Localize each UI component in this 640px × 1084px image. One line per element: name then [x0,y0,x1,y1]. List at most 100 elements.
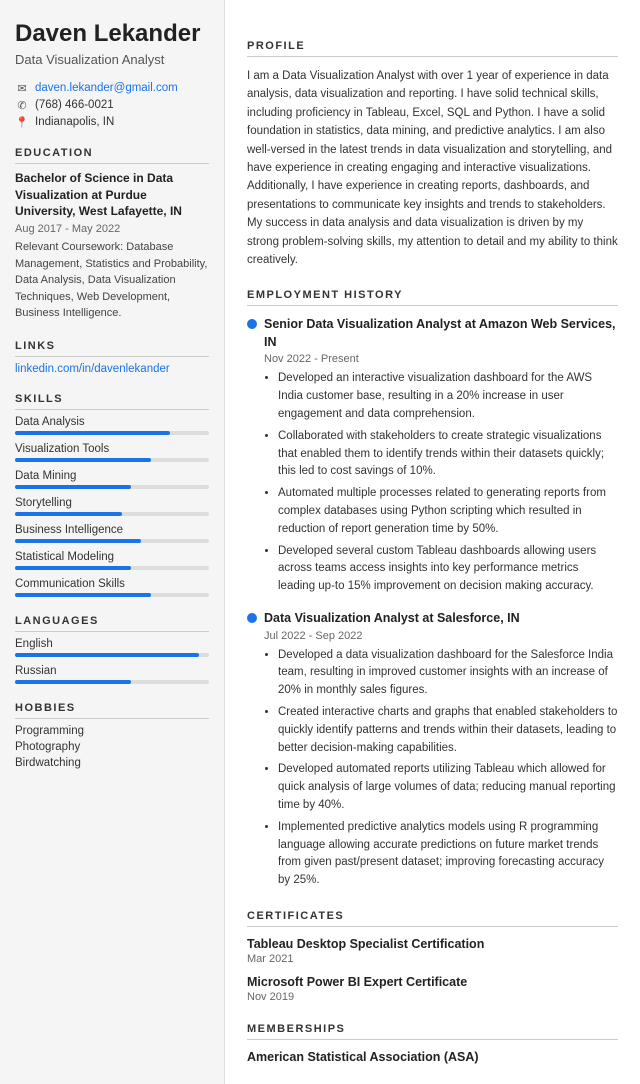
bullet-item: Developed automated reports utilizing Ta… [278,761,618,814]
candidate-title: Data Visualization Analyst [15,52,209,67]
coursework-label: Relevant Coursework: [15,241,123,253]
certificate-block: Microsoft Power BI Expert Certificate No… [247,975,618,1003]
skill-item: Visualization Tools [15,443,209,462]
education-section-title: EDUCATION [15,147,209,164]
job-title-row: Senior Data Visualization Analyst at Ama… [247,316,618,351]
certificates-section-title: CERTIFICATES [247,910,618,927]
edu-date: Aug 2017 - May 2022 [15,223,209,235]
skill-bar-fill [15,512,122,516]
sidebar: Daven Lekander Data Visualization Analys… [0,0,225,1084]
hobby-item: Photography [15,741,209,753]
skill-bar-fill [15,593,151,597]
email-icon: ✉ [15,82,29,95]
hobbies-section: Programming Photography Birdwatching [15,725,209,769]
cert-date: Mar 2021 [247,953,618,965]
phone-row: ✆ (768) 466-0021 [15,99,209,112]
membership-name: American Statistical Association (ASA) [247,1050,618,1064]
education-section: Bachelor of Science in Data Visualizatio… [15,170,209,322]
phone-icon: ✆ [15,99,29,112]
edu-degree: Bachelor of Science in Data Visualizatio… [15,170,209,220]
phone-text: (768) 466-0021 [35,99,114,111]
skill-bar-bg [15,539,209,543]
languages-section-title: LANGUAGES [15,615,209,632]
email-link[interactable]: daven.lekander@gmail.com [35,82,178,94]
skill-bar-bg [15,512,209,516]
skills-section: Data Analysis Visualization Tools Data M… [15,416,209,597]
cert-name: Microsoft Power BI Expert Certificate [247,975,618,989]
profile-text: I am a Data Visualization Analyst with o… [247,67,618,269]
profile-section-title: PROFILE [247,40,618,57]
links-section: linkedin.com/in/davenlekander [15,363,209,375]
skill-bar-bg [15,485,209,489]
skill-bar-fill [15,539,141,543]
skill-bar-bg [15,458,209,462]
skills-section-title: SKILLS [15,393,209,410]
job-dot [247,319,257,329]
memberships-section: American Statistical Association (ASA) [247,1050,618,1064]
certificates-section: Tableau Desktop Specialist Certification… [247,937,618,1003]
job-date: Nov 2022 - Present [264,353,618,365]
skill-item: Storytelling [15,497,209,516]
cert-name: Tableau Desktop Specialist Certification [247,937,618,951]
job-title: Senior Data Visualization Analyst at Ama… [264,316,618,351]
job-title: Data Visualization Analyst at Salesforce… [264,610,520,628]
lang-name: Russian [15,665,209,677]
membership-item: American Statistical Association (ASA) [247,1050,618,1064]
linkedin-link[interactable]: linkedin.com/in/davenlekander [15,363,209,375]
bullet-item: Automated multiple processes related to … [278,485,618,538]
job-bullets: Developed an interactive visualization d… [264,370,618,596]
memberships-section-title: MEMBERSHIPS [247,1023,618,1040]
language-item: Russian [15,665,209,684]
job-bullets: Developed a data visualization dashboard… [264,647,618,891]
employment-section-title: EMPLOYMENT HISTORY [247,289,618,306]
edu-coursework: Relevant Coursework: Database Management… [15,239,209,322]
lang-bar-bg [15,653,209,657]
links-section-title: LINKS [15,340,209,357]
job-dot [247,613,257,623]
skill-bar-bg [15,431,209,435]
bullet-item: Developed an interactive visualization d… [278,370,618,423]
skill-item: Communication Skills [15,578,209,597]
job-title-row: Data Visualization Analyst at Salesforce… [247,610,618,628]
main-content: PROFILE I am a Data Visualization Analys… [225,0,640,1084]
hobbies-section-title: HOBBIES [15,702,209,719]
languages-section: English Russian [15,638,209,684]
employment-section: Senior Data Visualization Analyst at Ama… [247,316,618,890]
location-text: Indianapolis, IN [35,116,114,128]
bullet-item: Collaborated with stakeholders to create… [278,428,618,481]
skill-bar-fill [15,431,170,435]
skill-name: Storytelling [15,497,209,509]
job-block: Senior Data Visualization Analyst at Ama… [247,316,618,596]
bullet-item: Developed a data visualization dashboard… [278,647,618,700]
skill-name: Business Intelligence [15,524,209,536]
skill-bar-fill [15,566,131,570]
hobby-item: Programming [15,725,209,737]
lang-bar-fill [15,653,199,657]
skill-bar-bg [15,593,209,597]
bullet-item: Developed several custom Tableau dashboa… [278,543,618,596]
skill-item: Business Intelligence [15,524,209,543]
skill-bar-fill [15,458,151,462]
location-icon: 📍 [15,116,29,129]
certificate-block: Tableau Desktop Specialist Certification… [247,937,618,965]
email-row: ✉ daven.lekander@gmail.com [15,82,209,95]
job-block: Data Visualization Analyst at Salesforce… [247,610,618,890]
lang-bar-bg [15,680,209,684]
contact-section: ✉ daven.lekander@gmail.com ✆ (768) 466-0… [15,82,209,129]
skill-name: Data Mining [15,470,209,482]
job-date: Jul 2022 - Sep 2022 [264,630,618,642]
skill-name: Data Analysis [15,416,209,428]
lang-bar-fill [15,680,131,684]
location-row: 📍 Indianapolis, IN [15,116,209,129]
skill-item: Data Mining [15,470,209,489]
skill-bar-fill [15,485,131,489]
language-item: English [15,638,209,657]
skill-name: Visualization Tools [15,443,209,455]
bullet-item: Implemented predictive analytics models … [278,819,618,890]
skill-item: Statistical Modeling [15,551,209,570]
cert-date: Nov 2019 [247,991,618,1003]
hobby-item: Birdwatching [15,757,209,769]
skill-bar-bg [15,566,209,570]
candidate-name: Daven Lekander [15,20,209,49]
lang-name: English [15,638,209,650]
